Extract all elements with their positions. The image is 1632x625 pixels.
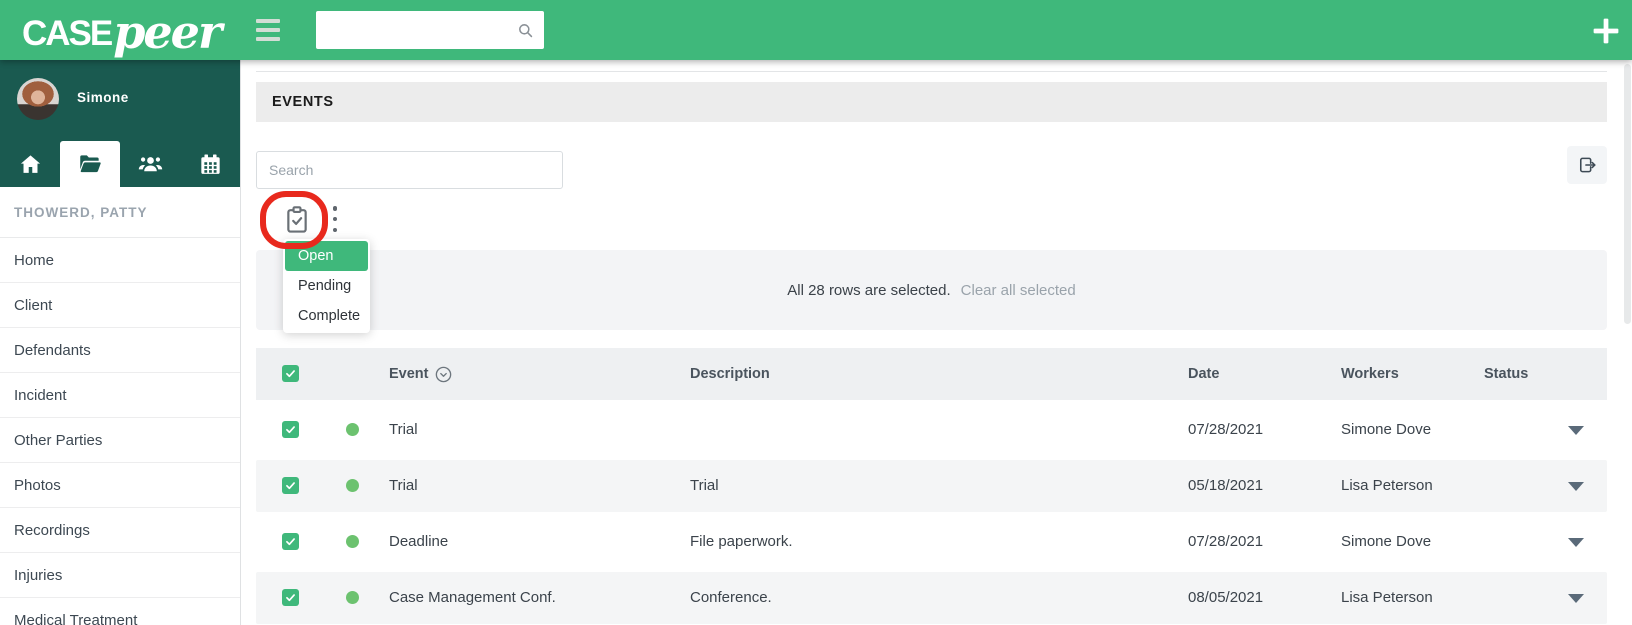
date-cell: 05/18/2021 — [1188, 477, 1264, 494]
sidebar-item-photos[interactable]: Photos — [0, 463, 240, 508]
description-cell: Conference. — [690, 589, 772, 606]
event-cell: Case Management Conf. — [389, 589, 556, 606]
description-cell: Trial — [690, 477, 719, 494]
checkbox-checked-icon — [286, 538, 295, 546]
events-section-header: EVENTS — [256, 82, 1607, 122]
case-name-label: THOWERD, PATTY — [0, 187, 240, 238]
column-header-description[interactable]: Description — [690, 348, 770, 400]
table-row: Deadline File paperwork. 07/28/2021 Simo… — [256, 516, 1607, 568]
global-search-input[interactable] — [316, 11, 517, 49]
logo-case-text: CASE — [22, 14, 113, 53]
workers-cell: Simone Dove — [1341, 421, 1432, 438]
sidebar-item-home[interactable]: Home — [0, 238, 240, 283]
column-header-status[interactable]: Status — [1484, 348, 1528, 400]
app-window: CASEpeer Simone THOWERD, PATTY Home Clie… — [0, 0, 1632, 625]
status-option-pending[interactable]: Pending — [285, 271, 368, 301]
row-status-dropdown-triangle[interactable] — [1568, 538, 1584, 547]
sidebar-item-client[interactable]: Client — [0, 283, 240, 328]
status-dot-icon — [346, 423, 359, 436]
checkbox-checked-icon — [286, 482, 295, 490]
row-status-dropdown-triangle[interactable] — [1568, 482, 1584, 491]
sidebar-item-recordings[interactable]: Recordings — [0, 508, 240, 553]
sidebar-item-medical-treatment[interactable]: Medical Treatment — [0, 598, 240, 625]
global-search-box — [316, 11, 544, 49]
content-divider — [256, 71, 1607, 72]
tab-home[interactable] — [0, 141, 60, 187]
tab-calendar[interactable] — [180, 141, 240, 187]
bulk-status-button[interactable] — [283, 205, 311, 235]
sort-chevron-circle-icon[interactable] — [434, 365, 453, 384]
table-row: Trial Trial 05/18/2021 Lisa Peterson — [256, 460, 1607, 512]
logo-peer-text: peer — [113, 5, 222, 59]
select-all-checkbox[interactable] — [282, 365, 299, 382]
event-cell: Deadline — [389, 533, 449, 550]
events-title: EVENTS — [272, 94, 334, 110]
sidebar-tab-bar — [0, 141, 240, 187]
casepeer-logo: CASEpeer — [22, 2, 222, 59]
avatar[interactable] — [17, 78, 59, 120]
contacts-icon — [138, 156, 162, 171]
status-option-complete[interactable]: Complete — [285, 301, 368, 331]
sidebar-item-injuries[interactable]: Injuries — [0, 553, 240, 598]
row-status-dropdown-triangle[interactable] — [1568, 426, 1584, 435]
table-row: Case Management Conf. Conference. 08/05/… — [256, 572, 1607, 624]
status-option-open[interactable]: Open — [285, 241, 368, 271]
sidebar-item-defendants[interactable]: Defendants — [0, 328, 240, 373]
table-row: Trial 07/28/2021 Simone Dove — [256, 404, 1607, 456]
event-cell: Trial — [389, 477, 418, 494]
selection-message: All 28 rows are selected. — [787, 281, 951, 299]
kebab-menu-icon[interactable] — [331, 206, 339, 232]
column-header-date[interactable]: Date — [1188, 348, 1219, 400]
checkbox-checked-icon — [286, 594, 295, 602]
row-checkbox[interactable] — [282, 421, 299, 438]
row-checkbox[interactable] — [282, 589, 299, 606]
sidebar-item-incident[interactable]: Incident — [0, 373, 240, 418]
export-icon — [1579, 157, 1596, 173]
events-search-input[interactable] — [256, 151, 563, 189]
user-name: Simone — [77, 90, 129, 105]
row-checkbox[interactable] — [282, 477, 299, 494]
search-icon — [519, 23, 533, 37]
clear-selection-link[interactable]: Clear all selected — [961, 282, 1076, 299]
top-bar: CASEpeer — [0, 0, 1632, 60]
tab-case-files[interactable] — [60, 141, 120, 187]
status-dropdown-menu: Open Pending Complete — [283, 239, 370, 333]
status-dot-icon — [346, 535, 359, 548]
export-button[interactable] — [1567, 146, 1607, 184]
checkbox-checked-icon — [286, 426, 295, 434]
calendar-icon — [200, 154, 220, 174]
column-header-workers[interactable]: Workers — [1341, 348, 1399, 400]
scrollbar[interactable] — [1624, 64, 1631, 324]
table-header-row: Event Description Date Workers Status — [256, 348, 1607, 400]
sidebar-nav: Home Client Defendants Incident Other Pa… — [0, 238, 240, 625]
folder-open-icon — [80, 155, 101, 173]
description-cell: File paperwork. — [690, 533, 793, 550]
sidebar-item-other-parties[interactable]: Other Parties — [0, 418, 240, 463]
sidebar-header: Simone — [0, 60, 240, 187]
status-dot-icon — [346, 479, 359, 492]
date-cell: 07/28/2021 — [1188, 421, 1264, 438]
hamburger-menu-icon[interactable] — [256, 19, 280, 41]
workers-cell: Simone Dove — [1341, 533, 1432, 550]
workers-cell: Lisa Peterson — [1341, 589, 1433, 606]
column-header-event[interactable]: Event — [389, 348, 429, 400]
events-panel: EVENTS Open Pending Complete All — [256, 60, 1607, 625]
sidebar: Simone THOWERD, PATTY Home Client Defend… — [0, 60, 241, 625]
workers-cell: Lisa Peterson — [1341, 477, 1433, 494]
selection-banner: All 28 rows are selected. Clear all sele… — [256, 250, 1607, 330]
row-status-dropdown-triangle[interactable] — [1568, 594, 1584, 603]
plus-icon[interactable] — [1592, 17, 1620, 45]
status-dot-icon — [346, 591, 359, 604]
checkbox-checked-icon — [286, 370, 295, 378]
clipboard-check-icon — [287, 206, 307, 233]
event-cell: Trial — [389, 421, 418, 438]
row-checkbox[interactable] — [282, 533, 299, 550]
home-icon — [20, 154, 40, 173]
date-cell: 07/28/2021 — [1188, 533, 1264, 550]
tab-contacts[interactable] — [120, 141, 180, 187]
date-cell: 08/05/2021 — [1188, 589, 1264, 606]
